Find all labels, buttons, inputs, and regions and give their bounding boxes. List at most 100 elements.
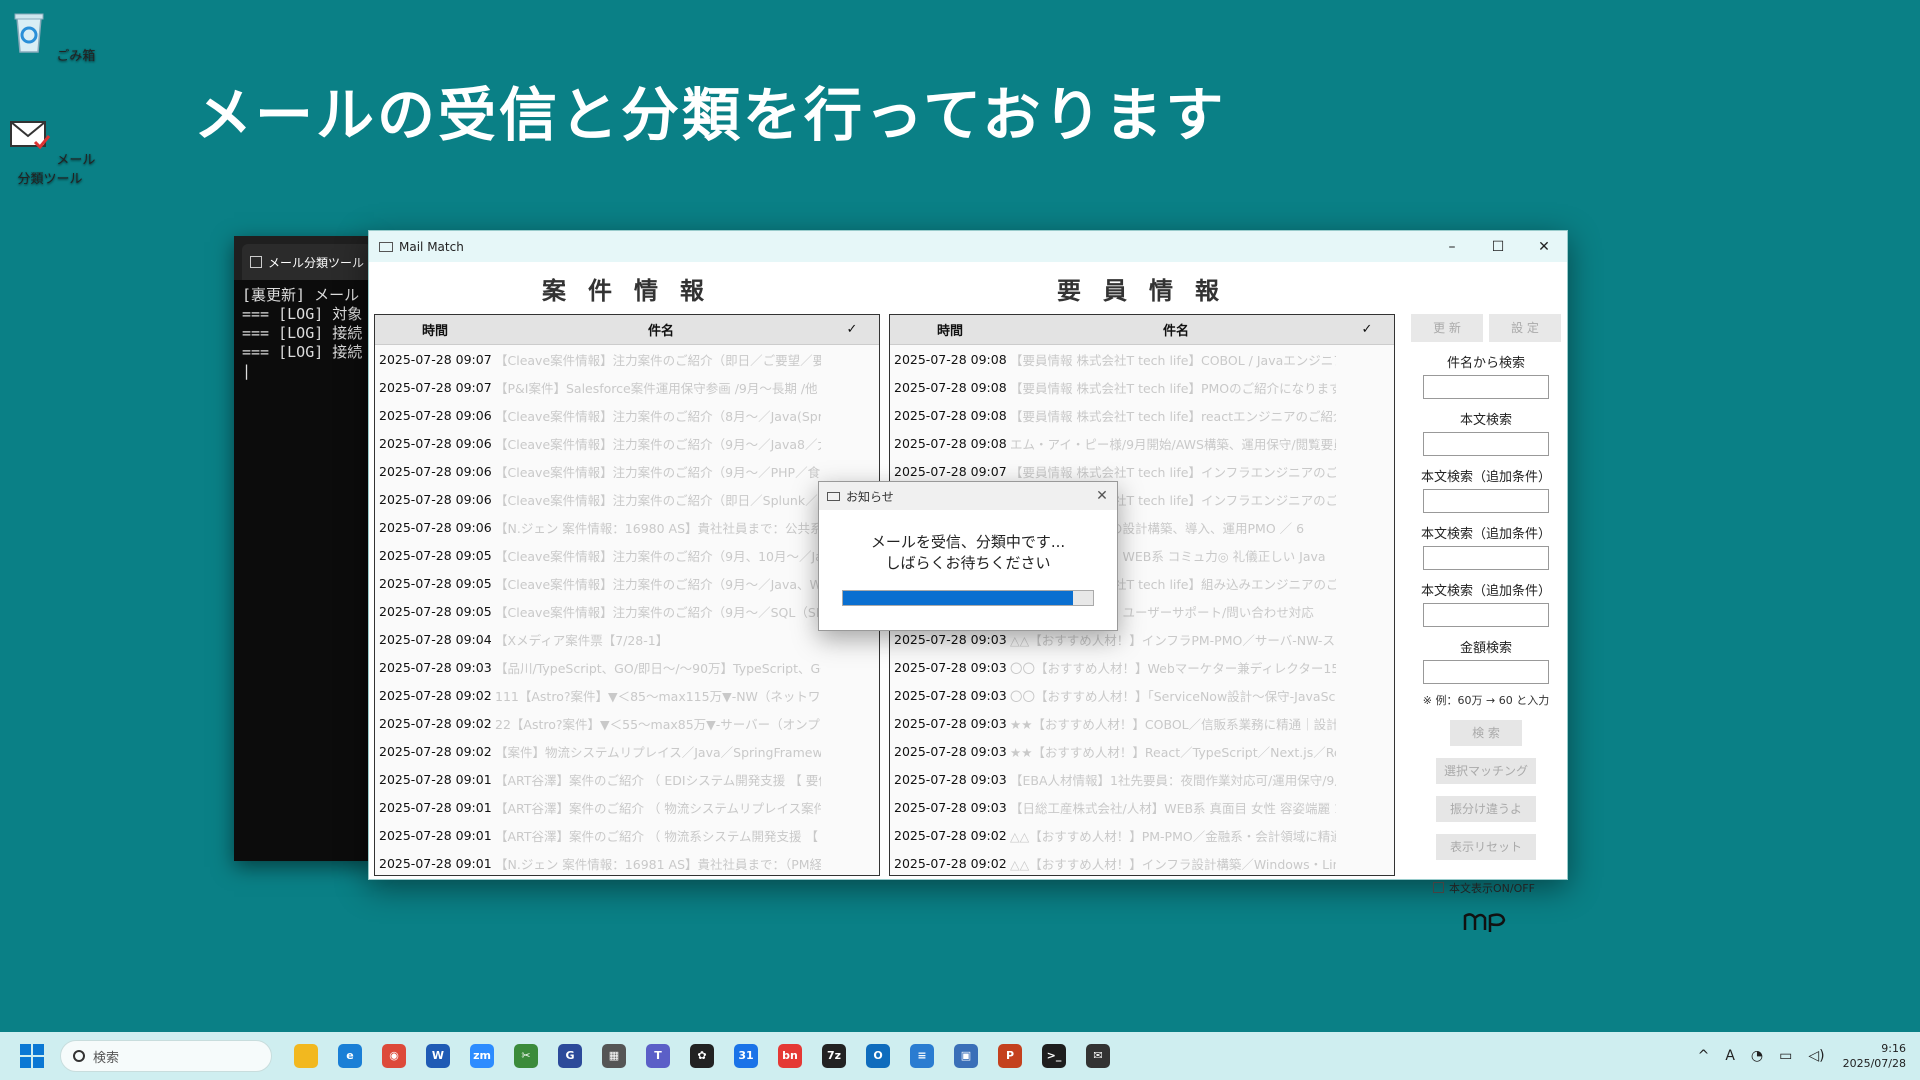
list-item[interactable]: 2025-07-28 09:04 【Xメディア案件票【7/28-1】 [375, 625, 879, 653]
taskbar-app[interactable]: e [328, 1036, 372, 1076]
display-icon[interactable]: ▭ [1779, 1048, 1792, 1064]
list-item[interactable]: 2025-07-28 09:02 △△【おすすめ人材！】PM-PMO／金融系・会計… [890, 821, 1394, 849]
title-bar[interactable]: Mail Match – ☐ ✕ [369, 231, 1567, 262]
list-item[interactable]: 2025-07-28 09:03 〇〇【おすすめ人材！】「ServiceNow設計… [890, 681, 1394, 709]
select-match-button[interactable]: 選択マッチング [1436, 758, 1536, 784]
taskbar-app[interactable]: 7z [812, 1036, 856, 1076]
check-column-header[interactable]: ✓ [827, 322, 877, 337]
list-item[interactable]: 2025-07-28 09:06 【Cleave案件情報】注力案件のご紹介（9月～… [375, 457, 879, 485]
start-button[interactable] [20, 1044, 44, 1068]
body-search-input[interactable] [1423, 432, 1549, 456]
list-item[interactable]: 2025-07-28 09:02 【案件】物流システムリプレイス／Java／Spr… [375, 737, 879, 765]
console-tab[interactable]: メール分類ツール [242, 244, 372, 280]
taskbar-app[interactable]: ✂ [504, 1036, 548, 1076]
list-item[interactable]: 2025-07-28 09:07 【P&I案件】Salesforce案件運用保守参… [375, 373, 879, 401]
list-item[interactable]: 2025-07-28 09:05 【Cleave案件情報】注力案件のご紹介（9月、… [375, 541, 879, 569]
desktop-icon-mail-tool[interactable]: メール分類ツール [2, 112, 98, 187]
list-item[interactable]: 2025-07-28 09:02 △△【おすすめ人材！】インフラ設計構築／Wind… [890, 849, 1394, 875]
search-button[interactable]: 検 索 [1450, 720, 1522, 746]
chevron-up-icon[interactable]: ^ [1698, 1048, 1710, 1064]
list-item[interactable]: 2025-07-28 09:02 22【Astro?案件】▼＜55～max85万▼… [375, 709, 879, 737]
list-item[interactable]: 2025-07-28 09:05 【Cleave案件情報】注力案件のご紹介（9月～… [375, 569, 879, 597]
list-item[interactable]: 2025-07-28 09:06 【Cleave案件情報】注力案件のご紹介（9月～… [375, 429, 879, 457]
dialog-titlebar[interactable]: お知らせ ✕ [819, 482, 1117, 510]
row-time: 2025-07-28 09:08 [894, 407, 1007, 423]
extra-search-input-1[interactable] [1423, 489, 1549, 513]
taskbar-app[interactable]: zm [460, 1036, 504, 1076]
taskbar-app[interactable]: ✉ [1076, 1036, 1120, 1076]
console-window[interactable]: メール分類ツール [裏更新] メール === [LOG] 対象 === [LOG… [234, 236, 374, 861]
sort-wrong-button[interactable]: 振分け違うよ [1436, 796, 1536, 822]
taskbar-app[interactable]: O [856, 1036, 900, 1076]
taskbar-app[interactable]: bn [768, 1036, 812, 1076]
clock[interactable]: 9:16 2025/07/28 [1843, 1041, 1906, 1071]
taskbar-app[interactable]: P [988, 1036, 1032, 1076]
teams-icon: T [646, 1044, 670, 1068]
list-item[interactable]: 2025-07-28 09:08 【要員情報 株式会社T tech life】re… [890, 401, 1394, 429]
subject-column-header[interactable]: 件名 [495, 320, 827, 339]
time-column-header[interactable]: 時間 [890, 320, 1010, 339]
update-button[interactable]: 更 新 [1411, 314, 1483, 342]
list-item[interactable]: 2025-07-28 09:01 【ART谷澤】案件のご紹介 （ 物流系システム開… [375, 821, 879, 849]
check-column-header[interactable]: ✓ [1342, 322, 1392, 337]
extra-search-input-2[interactable] [1423, 546, 1549, 570]
ime-indicator[interactable]: A [1725, 1048, 1735, 1064]
dialog-message-line-2: しばらくお待ちください [885, 554, 1051, 572]
list-item[interactable]: 2025-07-28 09:03 〇〇【おすすめ人材！】Webマーケター兼ディレク… [890, 653, 1394, 681]
list-item[interactable]: 2025-07-28 09:01 【N.ジェン 案件情報：16981 AS】貴社社… [375, 849, 879, 875]
volume-icon[interactable]: ◁) [1808, 1048, 1824, 1064]
taskbar-app[interactable]: W [416, 1036, 460, 1076]
list-item[interactable]: 2025-07-28 09:05 【Cleave案件情報】注力案件のご紹介（9月～… [375, 597, 879, 625]
projects-list[interactable]: 時間 件名 ✓ 2025-07-28 09:07 【Cleave案件情報】注力案件… [374, 314, 880, 876]
subject-search-input[interactable] [1423, 375, 1549, 399]
list-item[interactable]: 2025-07-28 09:08 【要員情報 株式会社T tech life】PM… [890, 373, 1394, 401]
taskbar-search[interactable]: 検索 [60, 1040, 272, 1072]
close-button[interactable]: ✕ [1521, 231, 1567, 262]
row-time: 2025-07-28 09:06 [379, 435, 492, 451]
list-item[interactable]: 2025-07-28 09:03 【EBA人材情報】1社先要員：夜間作業対応可/運… [890, 765, 1394, 793]
list-item[interactable]: 2025-07-28 09:03 【品川/TypeScript、GO/即日～/～9… [375, 653, 879, 681]
taskbar-app[interactable]: ◉ [372, 1036, 416, 1076]
taskbar-app[interactable]: ≡ [900, 1036, 944, 1076]
amount-search-input[interactable] [1423, 660, 1549, 684]
list-item[interactable]: 2025-07-28 09:03 ★★【おすすめ人材！】React／TypeScr… [890, 737, 1394, 765]
extra-search-input-3[interactable] [1423, 603, 1549, 627]
settings-button[interactable]: 設 定 [1489, 314, 1561, 342]
taskbar-app[interactable]: ✿ [680, 1036, 724, 1076]
minimize-button[interactable]: – [1429, 231, 1475, 262]
body-display-toggle[interactable]: 本文表示ON/OFF [1411, 880, 1561, 896]
row-time: 2025-07-28 09:06 [379, 491, 492, 507]
list-item[interactable]: 2025-07-28 09:08 エム・アイ・ピー様/9月開始/AWS構築、運用保… [890, 429, 1394, 457]
taskbar-app[interactable]: >_ [1032, 1036, 1076, 1076]
desktop-icon-recycle-bin[interactable]: ごみ箱 [2, 8, 98, 64]
reset-display-button[interactable]: 表示リセット [1436, 834, 1536, 860]
taskbar-app[interactable]: ▦ [592, 1036, 636, 1076]
maximize-button[interactable]: ☐ [1475, 231, 1521, 262]
list-item[interactable]: 2025-07-28 09:06 【Cleave案件情報】注力案件のご紹介（即日／… [375, 485, 879, 513]
subject-column-header[interactable]: 件名 [1010, 320, 1342, 339]
terminal-icon: >_ [1042, 1044, 1066, 1068]
bn-app-icon: bn [778, 1044, 802, 1068]
list-item[interactable]: 2025-07-28 09:03 【日総工産株式会社/人材】WEB系 真面目 女性… [890, 793, 1394, 821]
list-item[interactable]: 2025-07-28 09:07 【Cleave案件情報】注力案件のご紹介（即日／… [375, 345, 879, 373]
taskbar-app[interactable]: ▣ [944, 1036, 988, 1076]
list-item[interactable]: 2025-07-28 09:02 111【Astro?案件】▼＜85～max115… [375, 681, 879, 709]
list-item[interactable]: 2025-07-28 09:06 【N.ジェン 案件情報：16980 AS】貴社社… [375, 513, 879, 541]
network-icon[interactable]: ◔ [1751, 1048, 1763, 1064]
mail-check-icon [9, 121, 50, 150]
taskbar-app[interactable]: T [636, 1036, 680, 1076]
taskbar-app[interactable]: G [548, 1036, 592, 1076]
taskbar-app[interactable]: 31 [724, 1036, 768, 1076]
list-item[interactable]: 2025-07-28 09:01 【ART谷澤】案件のご紹介 （ 物流システムリプ… [375, 793, 879, 821]
list-item[interactable]: 2025-07-28 09:01 【ART谷澤】案件のご紹介 （ EDIシステム開… [375, 765, 879, 793]
list-item[interactable]: 2025-07-28 09:08 【要員情報 株式会社T tech life】CO… [890, 345, 1394, 373]
row-subject: 【Cleave案件情報】注力案件のご紹介（8月～／Java(Spring [495, 408, 821, 424]
row-subject: 【P&I案件】Salesforce案件運用保守参画 /9月～長期 /他 [495, 380, 818, 396]
dialog-close-button[interactable]: ✕ [1087, 488, 1117, 504]
list-item[interactable]: 2025-07-28 09:06 【Cleave案件情報】注力案件のご紹介（8月～… [375, 401, 879, 429]
row-subject: 【ART谷澤】案件のご紹介 （ 物流系システム開発支援 【 言 [495, 828, 821, 844]
taskbar-app[interactable] [284, 1036, 328, 1076]
time-column-header[interactable]: 時間 [375, 320, 495, 339]
list-item[interactable]: 2025-07-28 09:03 ★★【おすすめ人材！】COBOL／信販系業務に精… [890, 709, 1394, 737]
checkbox-icon[interactable] [1433, 882, 1444, 893]
